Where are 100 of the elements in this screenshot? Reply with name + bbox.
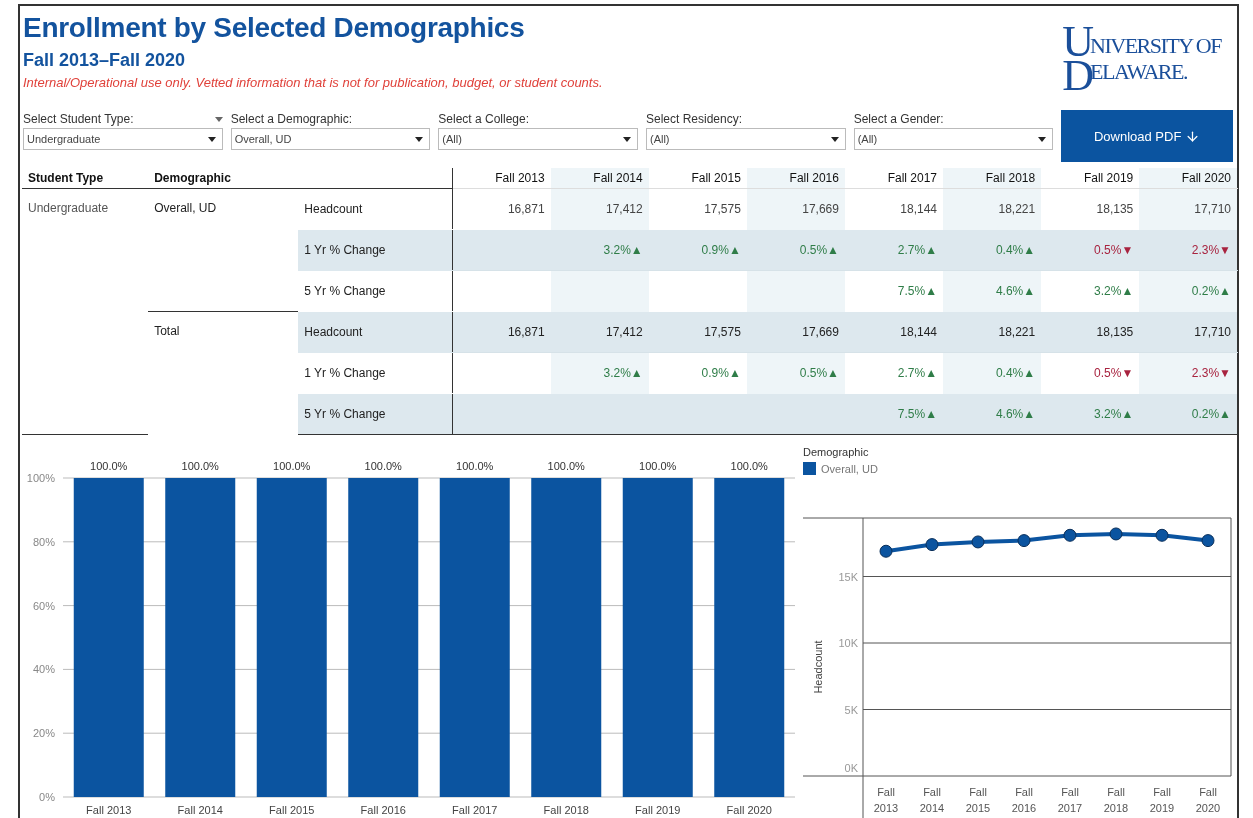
axis-label: Fall 2013 (86, 804, 132, 816)
table-cell: 1 Yr % Change (298, 229, 453, 271)
table-cell: 4.6%▲ (995, 407, 1036, 421)
table-cell: 18,135 (1096, 202, 1134, 216)
arrow-down-icon (1185, 128, 1201, 144)
value-label: 100.0% (456, 460, 494, 472)
table-cell: 0.2%▲ (1191, 284, 1231, 298)
caret-icon[interactable] (214, 116, 223, 122)
axis-label: Fall 2016 (1011, 786, 1037, 814)
table-cell: 0.5%▼ (1094, 243, 1134, 257)
axis-label: 5K (844, 703, 858, 716)
column-header: Fall 2014 (550, 168, 649, 189)
column-header: Fall 2015 (648, 168, 747, 189)
table-cell: Headcount (298, 188, 453, 230)
axis-label: 20% (32, 727, 55, 740)
value-label: 100.0% (639, 460, 677, 472)
filter-dropdown[interactable]: (All) (853, 128, 1054, 150)
legend-label: Overall, UD (821, 462, 878, 475)
table-cell: 16,871 (507, 202, 545, 216)
caret-icon (1038, 136, 1047, 142)
data-point (879, 544, 893, 558)
table-cell: 7.5%▲ (897, 284, 938, 298)
usage-note: Internal/Operational use only. Vetted information that is not for publication, budget, or student counts. (23, 75, 603, 90)
table-cell: 5 Yr % Change (298, 270, 453, 312)
filter-dropdown[interactable]: Undergraduate (23, 128, 223, 150)
filter-dropdown[interactable]: (All) (645, 128, 846, 150)
data-point (1155, 528, 1169, 542)
value-label: 100.0% (181, 460, 219, 472)
axis-label: 15K (838, 570, 858, 583)
axis-label: Fall 2020 (726, 804, 772, 816)
table-cell: 0.4%▲ (995, 243, 1036, 257)
legend-title: Demographic (803, 446, 870, 458)
table-cell: 17,412 (606, 325, 643, 339)
axis-label: 100% (26, 472, 55, 484)
value-label: 100.0% (90, 460, 128, 472)
table-cell: 18,144 (900, 202, 938, 216)
table-cell: 17,412 (606, 202, 643, 216)
axis-label: Fall 2019 (1149, 786, 1175, 814)
table-cell: 16,871 (507, 325, 545, 339)
table-cell: 5 Yr % Change (298, 393, 453, 435)
data-point (1063, 528, 1077, 542)
caret-icon (622, 136, 631, 142)
table-cell: 2.3%▼ (1191, 243, 1231, 257)
table-cell: Headcount (298, 311, 453, 353)
data-point (925, 538, 939, 552)
table-cell: 0.9%▲ (701, 366, 741, 380)
table-cell: 1 Yr % Change (298, 352, 453, 394)
caret-icon (830, 136, 839, 142)
value-label: 100.0% (730, 460, 768, 472)
table-cell: Undergraduate (22, 188, 149, 435)
page-subtitle: Fall 2013–Fall 2020 (23, 50, 187, 71)
table-cell: 17,669 (802, 202, 839, 216)
axis-label: Fall 2016 (360, 804, 406, 816)
table-cell: 2.7%▲ (897, 366, 938, 380)
table-cell: 17,669 (802, 325, 839, 339)
axis-label: 40% (32, 663, 55, 676)
table-cell: 18,221 (998, 202, 1036, 216)
table-cell: 0.2%▲ (1191, 407, 1231, 421)
filter-label: Select Student Type: (23, 112, 134, 126)
table-cell: 0.5%▼ (1094, 366, 1134, 380)
download-button[interactable]: Download PDF (1061, 110, 1233, 162)
table-cell: 17,575 (704, 325, 741, 339)
table-cell: 3.2%▲ (1094, 407, 1134, 421)
filter-dropdown[interactable]: (All) (438, 128, 638, 150)
data-point (971, 535, 985, 549)
filter-label: Select a College: (438, 112, 530, 126)
table-cell: 0.4%▲ (995, 366, 1036, 380)
axis-label: Fall 2017 (1057, 786, 1083, 814)
axis-label: Fall 2020 (1195, 786, 1221, 814)
axis-title: Headcount (812, 640, 824, 694)
axis-label: 10K (838, 637, 858, 649)
data-point (1201, 534, 1215, 548)
table-cell: 2.7%▲ (897, 243, 938, 257)
filter-label: Select Residency: (645, 112, 742, 126)
axis-label: Fall 2018 (1103, 786, 1129, 814)
table-cell: 18,221 (998, 325, 1036, 339)
filter-dropdown[interactable]: Overall, UD (230, 128, 431, 150)
filter-label: Select a Demographic: (230, 112, 353, 126)
axis-label: Fall 2014 (919, 786, 945, 814)
table-cell: 0.9%▲ (701, 243, 741, 257)
table-cell: 17,710 (1194, 325, 1231, 339)
table-cell: 2.3%▼ (1191, 366, 1231, 380)
axis-label: Fall 2014 (177, 804, 223, 816)
table-cell: Overall, UD (148, 188, 299, 312)
table-cell: 7.5%▲ (897, 407, 938, 421)
filter-label: Select a Gender: (853, 112, 944, 126)
axis-label: 80% (32, 535, 55, 548)
value-label: 100.0% (364, 460, 402, 472)
axis-label: Fall 2017 (452, 804, 498, 816)
value-label: 100.0% (273, 460, 311, 472)
data-point (1109, 527, 1123, 541)
column-header: Fall 2013 (452, 168, 551, 189)
axis-label: 0K (844, 762, 858, 774)
axis-label: Fall 2019 (635, 804, 681, 816)
column-header: Fall 2016 (746, 168, 845, 189)
table-cell: 0.5%▲ (799, 366, 839, 380)
column-header: Fall 2018 (943, 168, 1042, 189)
column-header: Demographic (148, 168, 299, 189)
table-cell: 17,710 (1194, 202, 1231, 216)
table-cell: 0.5%▲ (799, 243, 839, 257)
